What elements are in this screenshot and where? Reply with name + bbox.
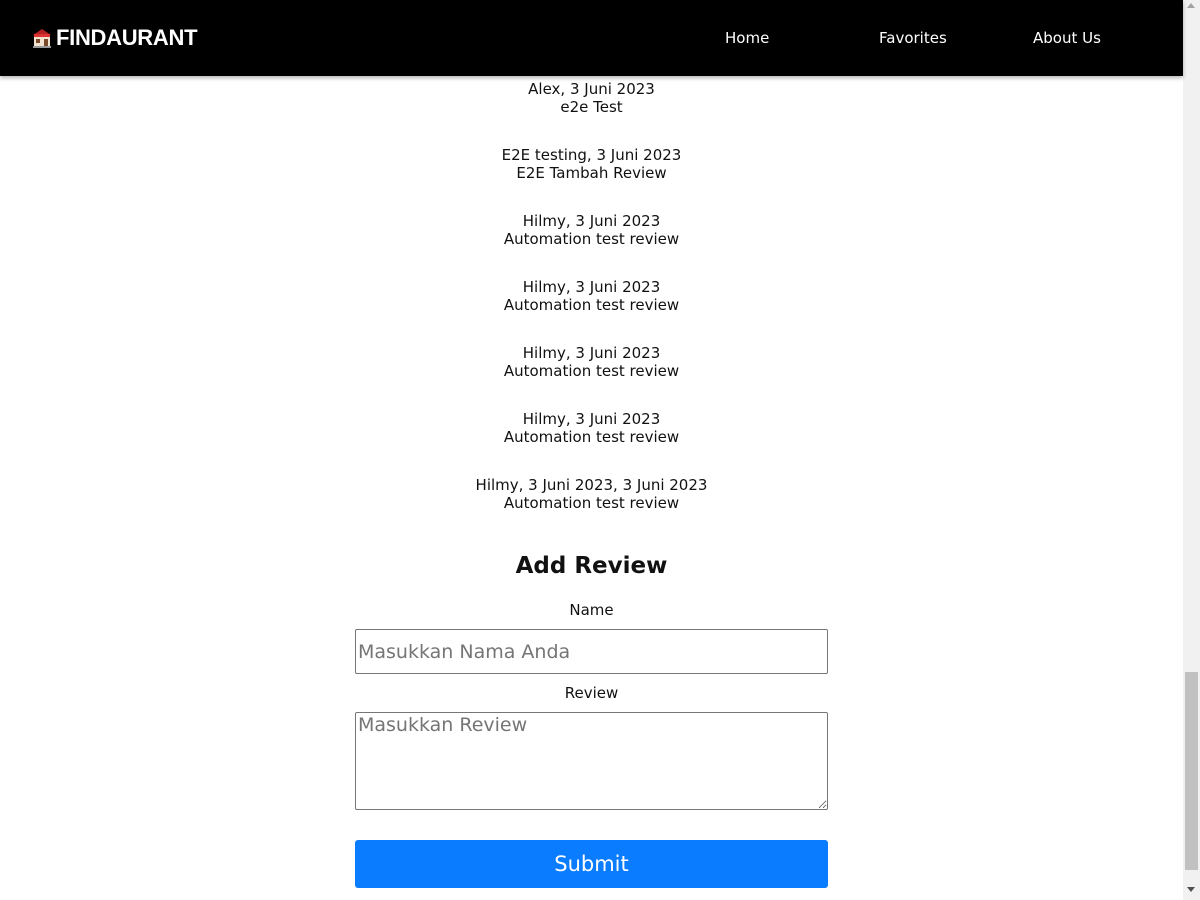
review-text: Automation test review [503,296,680,314]
add-review-heading: Add Review [515,553,668,579]
scrollbar-thumb[interactable] [1185,672,1198,870]
review-text: Automation test review [503,230,680,248]
nav-favorites-link[interactable]: Favorites [879,28,947,48]
review-author-date: Hilmy, 3 Juni 2023, 3 Juni 2023 [475,476,708,494]
top-navbar: FINDAURANT Home Favorites About Us [0,0,1183,76]
review-text: Automation test review [503,428,680,446]
review-list: Alex, 3 Juni 2023 e2e Test E2E testing, … [0,80,1183,542]
review-item: Hilmy, 3 Juni 2023, 3 Juni 2023 Automati… [0,476,1183,542]
review-item: Alex, 3 Juni 2023 e2e Test [0,80,1183,146]
brand-name: FINDAURANT [56,25,198,50]
review-label: Review [564,684,619,702]
review-item: Hilmy, 3 Juni 2023 Automation test revie… [0,212,1183,278]
review-author-date: E2E testing, 3 Juni 2023 [501,146,682,164]
review-text: E2E Tambah Review [516,164,667,182]
page-scrollbar[interactable] [1183,0,1200,900]
review-author-date: Hilmy, 3 Juni 2023 [522,410,661,428]
nav-about-us-link[interactable]: About Us [1033,28,1101,48]
brand-logo-link[interactable]: FINDAURANT [32,25,198,51]
review-text: Automation test review [503,362,680,380]
restaurant-icon [32,27,52,49]
review-author-date: Hilmy, 3 Juni 2023 [522,212,661,230]
review-author-date: Hilmy, 3 Juni 2023 [522,278,661,296]
review-author-date: Hilmy, 3 Juni 2023 [522,344,661,362]
review-text: Automation test review [503,494,680,512]
review-textarea[interactable] [355,712,828,810]
scroll-up-arrow-icon[interactable] [1187,3,1195,8]
review-item: Hilmy, 3 Juni 2023 Automation test revie… [0,344,1183,410]
nav-home-link[interactable]: Home [725,28,769,48]
name-label: Name [569,601,614,619]
review-text: e2e Test [560,98,623,116]
scroll-down-arrow-icon[interactable] [1187,887,1195,892]
review-item: E2E testing, 3 Juni 2023 E2E Tambah Revi… [0,146,1183,212]
review-item: Hilmy, 3 Juni 2023 Automation test revie… [0,410,1183,476]
review-author-date: Alex, 3 Juni 2023 [528,80,655,98]
submit-button[interactable]: Submit [355,840,828,888]
review-item: Hilmy, 3 Juni 2023 Automation test revie… [0,278,1183,344]
name-input[interactable] [355,629,828,674]
